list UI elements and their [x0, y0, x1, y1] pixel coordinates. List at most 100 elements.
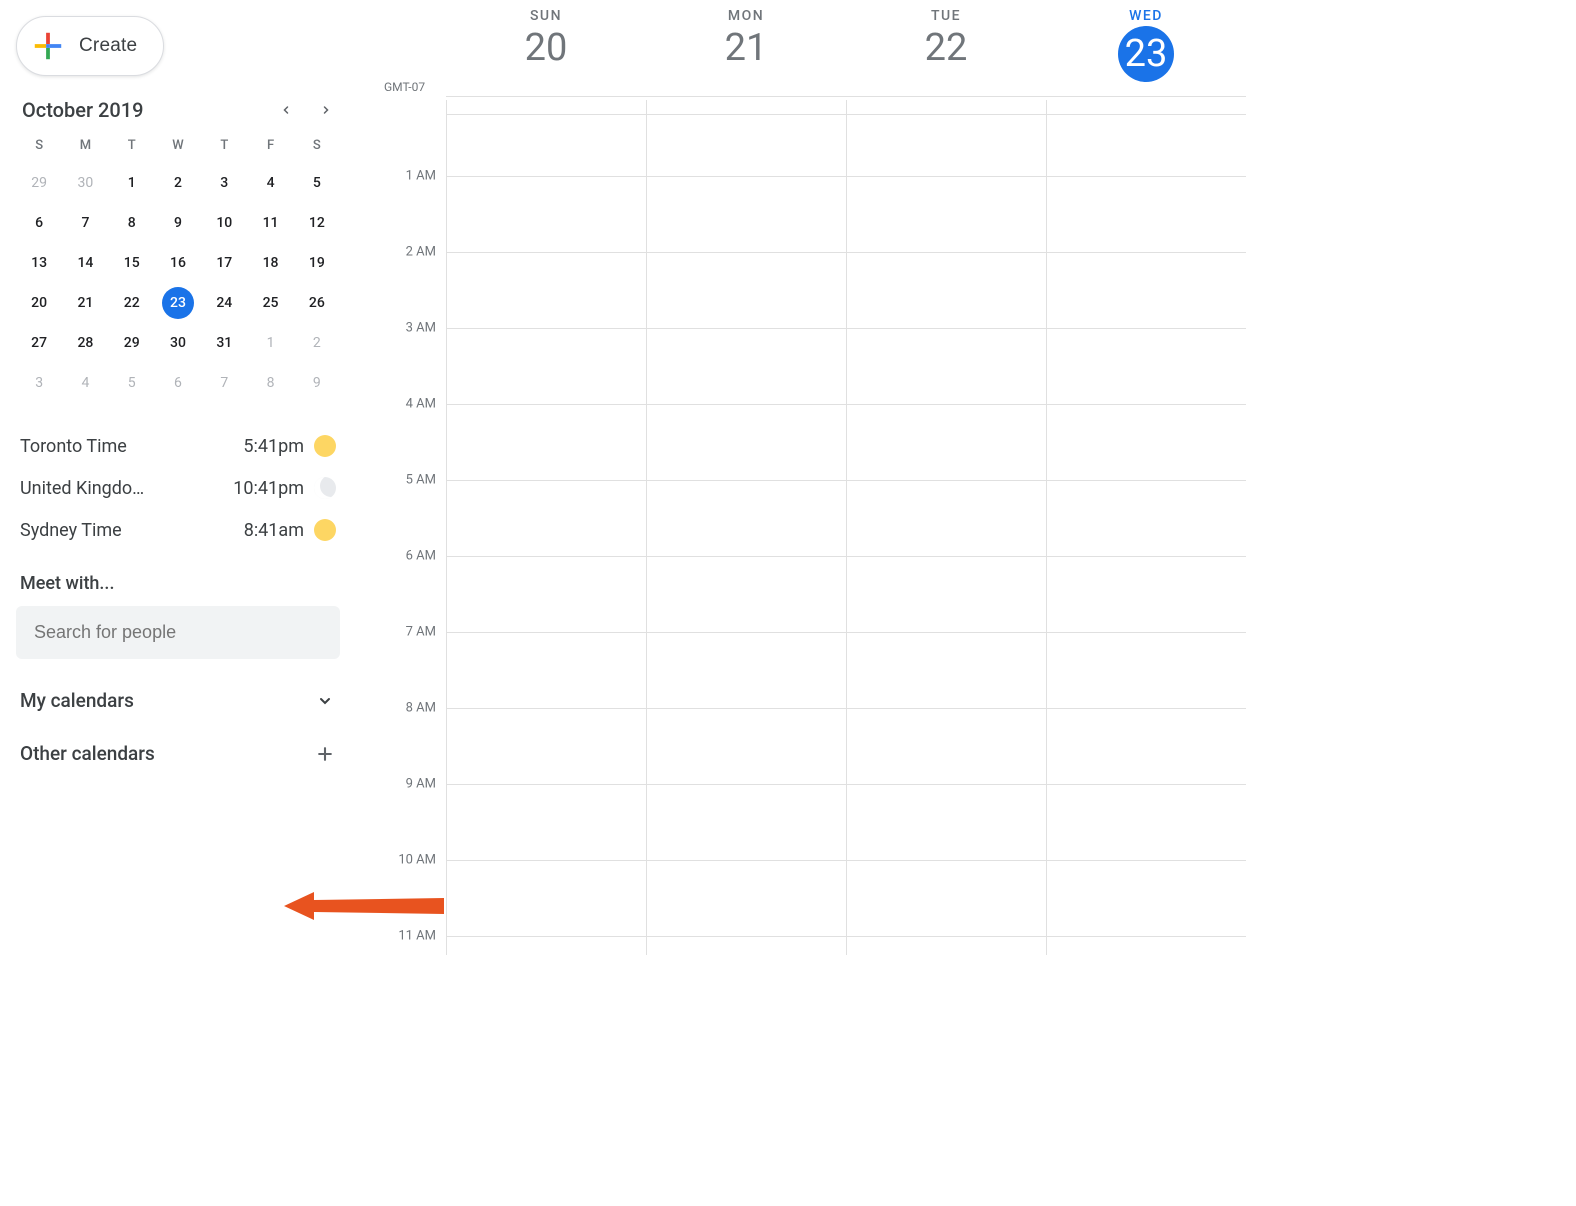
- mini-day-cell[interactable]: 21: [62, 283, 108, 323]
- mini-day-cell[interactable]: 25: [247, 283, 293, 323]
- plus-small-icon: [315, 744, 335, 764]
- clock-time: 5:41pm: [243, 436, 304, 457]
- hour-label: 1 AM: [406, 169, 436, 184]
- mini-day-cell[interactable]: 5: [109, 363, 155, 403]
- hour-label: 6 AM: [406, 549, 436, 564]
- mini-day-cell[interactable]: 7: [62, 203, 108, 243]
- clock-time: 10:41pm: [233, 478, 304, 499]
- hour-label: 2 AM: [406, 245, 436, 260]
- hour-gridline: [446, 936, 1246, 937]
- other-calendars-label[interactable]: Other calendars: [20, 742, 155, 765]
- plus-icon: [31, 29, 65, 63]
- mini-day-cell[interactable]: 22: [109, 283, 155, 323]
- mini-day-cell[interactable]: 31: [201, 323, 247, 363]
- mini-day-cell[interactable]: 8: [247, 363, 293, 403]
- mini-next-button[interactable]: [314, 98, 338, 122]
- day-column[interactable]: [646, 100, 846, 955]
- mini-day-cell[interactable]: 4: [247, 163, 293, 203]
- day-column[interactable]: [1046, 100, 1246, 955]
- hour-label: 7 AM: [406, 625, 436, 640]
- hour-label: 10 AM: [398, 853, 436, 868]
- mini-day-cell[interactable]: 24: [201, 283, 247, 323]
- hour-gridline: [446, 252, 1246, 253]
- hour-gridline: [446, 328, 1246, 329]
- my-calendars-toggle[interactable]: [314, 690, 336, 712]
- hour-gridline: [446, 114, 1246, 115]
- hour-gridline: [446, 860, 1246, 861]
- clock-time: 8:41am: [244, 520, 304, 541]
- mini-day-cell[interactable]: 20: [16, 283, 62, 323]
- world-clock-row[interactable]: United Kingdo…10:41pm: [16, 467, 340, 509]
- mini-dow-label: S: [294, 132, 340, 163]
- chevron-left-icon: [280, 104, 292, 116]
- mini-day-cell[interactable]: 6: [16, 203, 62, 243]
- mini-day-cell[interactable]: 5: [294, 163, 340, 203]
- mini-day-cell[interactable]: 11: [247, 203, 293, 243]
- day-column-header[interactable]: MON 21: [646, 0, 846, 82]
- day-number[interactable]: 21: [646, 26, 846, 70]
- dow-label: TUE: [846, 8, 1046, 24]
- mini-dow-label: S: [16, 132, 62, 163]
- mini-day-cell[interactable]: 16: [155, 243, 201, 283]
- mini-day-cell[interactable]: 2: [155, 163, 201, 203]
- dow-label: MON: [646, 8, 846, 24]
- mini-day-cell[interactable]: 19: [294, 243, 340, 283]
- day-column-header[interactable]: TUE 22: [846, 0, 1046, 82]
- search-people-input[interactable]: [16, 606, 340, 659]
- mini-day-cell[interactable]: 18: [247, 243, 293, 283]
- day-number[interactable]: 20: [446, 26, 646, 70]
- mini-day-cell[interactable]: 3: [201, 163, 247, 203]
- mini-day-cell[interactable]: 12: [294, 203, 340, 243]
- mini-day-cell[interactable]: 10: [201, 203, 247, 243]
- mini-day-cell[interactable]: 8: [109, 203, 155, 243]
- day-number[interactable]: 23: [1118, 26, 1174, 82]
- mini-day-cell[interactable]: 29: [16, 163, 62, 203]
- mini-day-cell[interactable]: 15: [109, 243, 155, 283]
- mini-day-cell[interactable]: 1: [247, 323, 293, 363]
- chevron-right-icon: [320, 104, 332, 116]
- hour-gridline: [446, 632, 1246, 633]
- mini-day-cell[interactable]: 14: [62, 243, 108, 283]
- mini-dow-label: T: [201, 132, 247, 163]
- day-number[interactable]: 22: [846, 26, 1046, 70]
- mini-day-cell[interactable]: 7: [201, 363, 247, 403]
- chevron-down-icon: [317, 693, 333, 709]
- day-column[interactable]: [846, 100, 1046, 955]
- mini-day-cell[interactable]: 1: [109, 163, 155, 203]
- mini-day-cell[interactable]: 9: [155, 203, 201, 243]
- hour-label: 11 AM: [398, 929, 436, 944]
- mini-day-cell[interactable]: 29: [109, 323, 155, 363]
- clock-label: Sydney Time: [20, 520, 236, 541]
- world-clock-row[interactable]: Toronto Time 5:41pm: [16, 425, 340, 467]
- mini-day-cell[interactable]: 9: [294, 363, 340, 403]
- mini-day-cell[interactable]: 23: [155, 283, 201, 323]
- mini-day-cell[interactable]: 2: [294, 323, 340, 363]
- mini-day-cell[interactable]: 4: [62, 363, 108, 403]
- hour-gridline: [446, 784, 1246, 785]
- world-clock-row[interactable]: Sydney Time 8:41am: [16, 509, 340, 551]
- hour-label: 4 AM: [406, 397, 436, 412]
- mini-day-cell[interactable]: 28: [62, 323, 108, 363]
- mini-day-cell[interactable]: 3: [16, 363, 62, 403]
- hour-gridline: [446, 480, 1246, 481]
- mini-dow-label: F: [247, 132, 293, 163]
- mini-day-cell[interactable]: 17: [201, 243, 247, 283]
- mini-day-cell[interactable]: 30: [155, 323, 201, 363]
- mini-day-cell[interactable]: 13: [16, 243, 62, 283]
- mini-prev-button[interactable]: [274, 98, 298, 122]
- mini-day-cell[interactable]: 6: [155, 363, 201, 403]
- day-column-header[interactable]: WED 23: [1046, 0, 1246, 82]
- mini-day-cell[interactable]: 26: [294, 283, 340, 323]
- day-column[interactable]: [446, 100, 646, 955]
- sun-icon: [314, 435, 336, 457]
- mini-day-cell[interactable]: 27: [16, 323, 62, 363]
- create-button[interactable]: Create: [16, 16, 164, 76]
- day-column-header[interactable]: SUN20: [446, 0, 646, 82]
- meet-with-label: Meet with...: [20, 573, 340, 594]
- my-calendars-label[interactable]: My calendars: [20, 689, 134, 712]
- hour-label: 8 AM: [406, 701, 436, 716]
- dow-label: WED: [1046, 8, 1246, 24]
- mini-day-cell[interactable]: 30: [62, 163, 108, 203]
- add-other-calendar-button[interactable]: [314, 743, 336, 765]
- clock-label: Toronto Time: [20, 436, 235, 457]
